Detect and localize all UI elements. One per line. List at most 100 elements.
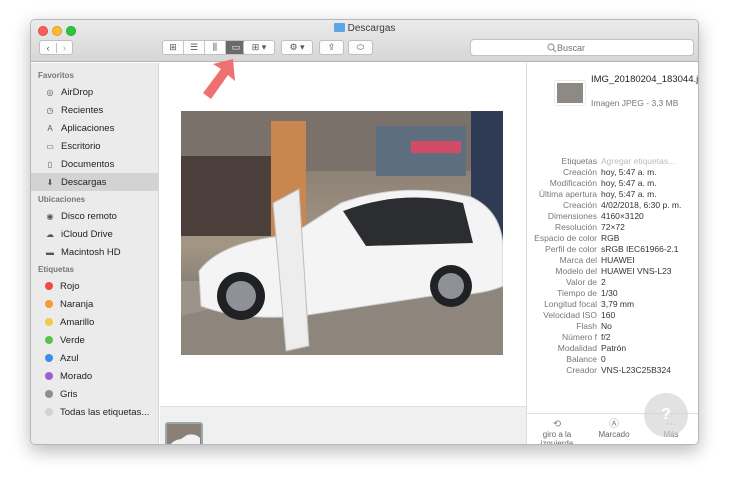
metadata-key: Flash [576, 321, 597, 331]
sidebar-item-label: Todas las etiquetas... [60, 406, 150, 418]
hard-drive-icon: ▬ [46, 247, 54, 257]
metadata-key: Dimensiones [547, 211, 597, 221]
search-input[interactable] [557, 42, 617, 53]
metadata-key: Longitud focal [544, 299, 597, 309]
metadata-value: HUAWEI [601, 255, 635, 265]
sidebar-item-icloud-drive[interactable]: ☁ iCloud Drive [31, 225, 158, 243]
edit-tags-button[interactable]: ⬭ [348, 40, 373, 55]
sidebar-item-label: Verde [60, 334, 85, 346]
metadata-value: VNS-L23C25B324 [601, 365, 671, 375]
sidebar-item-macintosh-hd[interactable]: ▬ Macintosh HD [31, 243, 158, 261]
sidebar-item-label: Azul [60, 352, 79, 364]
sidebar-item-disco-remoto[interactable]: ◉ Disco remoto [31, 207, 158, 225]
sidebar-item-recientes[interactable]: ◷ Recientes [31, 101, 158, 119]
metadata-value: 4160×3120 [601, 211, 644, 221]
tag-color-dot-icon [45, 300, 53, 308]
metadata-key: Modalidad [557, 343, 597, 353]
sidebar: Favoritos ◎ AirDrop ◷ Recientes A Aplicacio… [31, 63, 159, 444]
file-thumbnail-icon [555, 81, 585, 105]
forward-button[interactable]: › [55, 42, 72, 53]
title-bar: Descargas ‹ › ⊞ ☰ ⫼ ▭ ⊞ ▾ ⚙ ▾ ⇪ ⬭ [31, 20, 698, 62]
tag-color-dot-icon [45, 390, 53, 398]
metadata-value: Patrón [601, 343, 627, 353]
applications-icon: A [47, 123, 53, 133]
sidebar-section-favorites: Favoritos [38, 71, 75, 80]
clock-icon: ◷ [46, 105, 54, 115]
sidebar-item-label: Descargas [61, 176, 107, 188]
markup-icon: Ⓐ [609, 419, 619, 430]
metadata-key: Marca del [559, 255, 597, 265]
metadata-value: hoy, 5:47 a. m. [601, 167, 657, 177]
annotation-arrow-icon [203, 59, 235, 99]
metadata-key: Perfil de color [545, 244, 597, 254]
sidebar-item-label: Macintosh HD [61, 246, 121, 258]
metadata-key: Creador [566, 365, 597, 375]
metadata-key: Balance [566, 354, 597, 364]
metadata-row: Modalidad Patrón [527, 343, 698, 354]
metadata-row: Valor de 2 [527, 277, 698, 288]
metadata-row: Modificación hoy, 5:47 a. m. [527, 178, 698, 189]
metadata-value: 2 [601, 277, 606, 287]
sidebar-item-tag[interactable]: Verde [31, 331, 158, 349]
rotate-left-button[interactable]: ⟲ giro a la izquierda [531, 420, 583, 445]
sidebar-item-tag[interactable]: Morado [31, 367, 158, 385]
metadata-row[interactable]: Etiquetas Agregar etiquetas... [527, 156, 698, 167]
metadata-key: Etiquetas [561, 156, 597, 166]
file-type: Imagen JPEG - 3,3 MB [591, 98, 679, 108]
metadata-row: Modelo del HUAWEI VNS-L23 [527, 266, 698, 277]
rotate-left-icon: ⟲ [552, 419, 562, 430]
car-photo-image [181, 111, 503, 355]
sidebar-item-label: Morado [60, 370, 93, 382]
metadata-key: Espacio de color [534, 233, 597, 243]
sidebar-item-tag[interactable]: Amarillo [31, 313, 158, 331]
tag-color-dot-icon [45, 282, 53, 290]
metadata-row: Número f f/2 [527, 332, 698, 343]
metadata-key: Última apertura [538, 189, 597, 199]
metadata-value: sRGB IEC61966-2.1 [601, 244, 679, 254]
search-field[interactable] [470, 39, 694, 56]
preview-inspector: IMG_20180204_183044.jpg Imagen JPEG - 3,… [526, 63, 698, 445]
metadata-row: Marca del HUAWEI [527, 255, 698, 266]
desktop-icon: ▭ [46, 141, 54, 151]
sidebar-item-airdrop[interactable]: ◎ AirDrop [31, 83, 158, 101]
metadata-row: Longitud focal 3,79 mm [527, 299, 698, 310]
thumbnail-car-photo[interactable] [165, 422, 203, 444]
metadata-key: Velocidad ISO [543, 310, 597, 320]
tag-color-dot-icon [45, 408, 53, 416]
metadata-value: 72×72 [601, 222, 625, 232]
sidebar-section-locations: Ubicaciones [38, 195, 86, 204]
sidebar-item-tag[interactable]: Naranja [31, 295, 158, 313]
add-tags-field[interactable]: Agregar etiquetas... [601, 156, 698, 167]
navigation-buttons: ‹ › [39, 40, 73, 55]
icon-view-button[interactable]: ⊞ [163, 41, 184, 54]
share-button[interactable]: ⇪ [319, 40, 344, 55]
metadata-value: hoy, 5:47 a. m. [601, 178, 657, 188]
sidebar-item-descargas[interactable]: ⬇ Descargas [31, 173, 158, 191]
column-view-button[interactable]: ⫼ [205, 41, 226, 54]
sidebar-item-documentos[interactable]: ▯ Documentos [31, 155, 158, 173]
sidebar-item-escritorio[interactable]: ▭ Escritorio [31, 137, 158, 155]
download-icon: ⬇ [46, 177, 54, 187]
sidebar-item-tag[interactable]: Rojo [31, 277, 158, 295]
action-menu-button[interactable]: ⚙ ▾ [281, 40, 313, 55]
arrange-button[interactable]: ⊞ ▾ [243, 40, 275, 55]
metadata-value: RGB [601, 233, 620, 243]
sidebar-item-tag[interactable]: Azul [31, 349, 158, 367]
photo-preview[interactable] [181, 111, 503, 355]
thumbnail-image [167, 424, 201, 444]
sidebar-item-aplicaciones[interactable]: A Aplicaciones [31, 119, 158, 137]
sidebar-item-label: Documentos [61, 158, 115, 170]
list-view-button[interactable]: ☰ [184, 41, 205, 54]
tag-color-dot-icon [45, 372, 53, 380]
help-watermark-icon: ? [644, 393, 688, 437]
window-title: Descargas [31, 23, 698, 34]
metadata-key: Modificación [549, 178, 597, 188]
markup-button[interactable]: Ⓐ Marcado [588, 419, 640, 440]
action-label: Marcado [598, 430, 630, 439]
back-button[interactable]: ‹ [40, 43, 56, 53]
metadata-row: Tiempo de 1/30 [527, 288, 698, 299]
airdrop-icon: ◎ [46, 87, 54, 97]
sidebar-item-tag[interactable]: Gris [31, 385, 158, 403]
sidebar-item-tag[interactable]: Todas las etiquetas... [31, 403, 158, 421]
metadata-row: Espacio de color RGB [527, 233, 698, 244]
